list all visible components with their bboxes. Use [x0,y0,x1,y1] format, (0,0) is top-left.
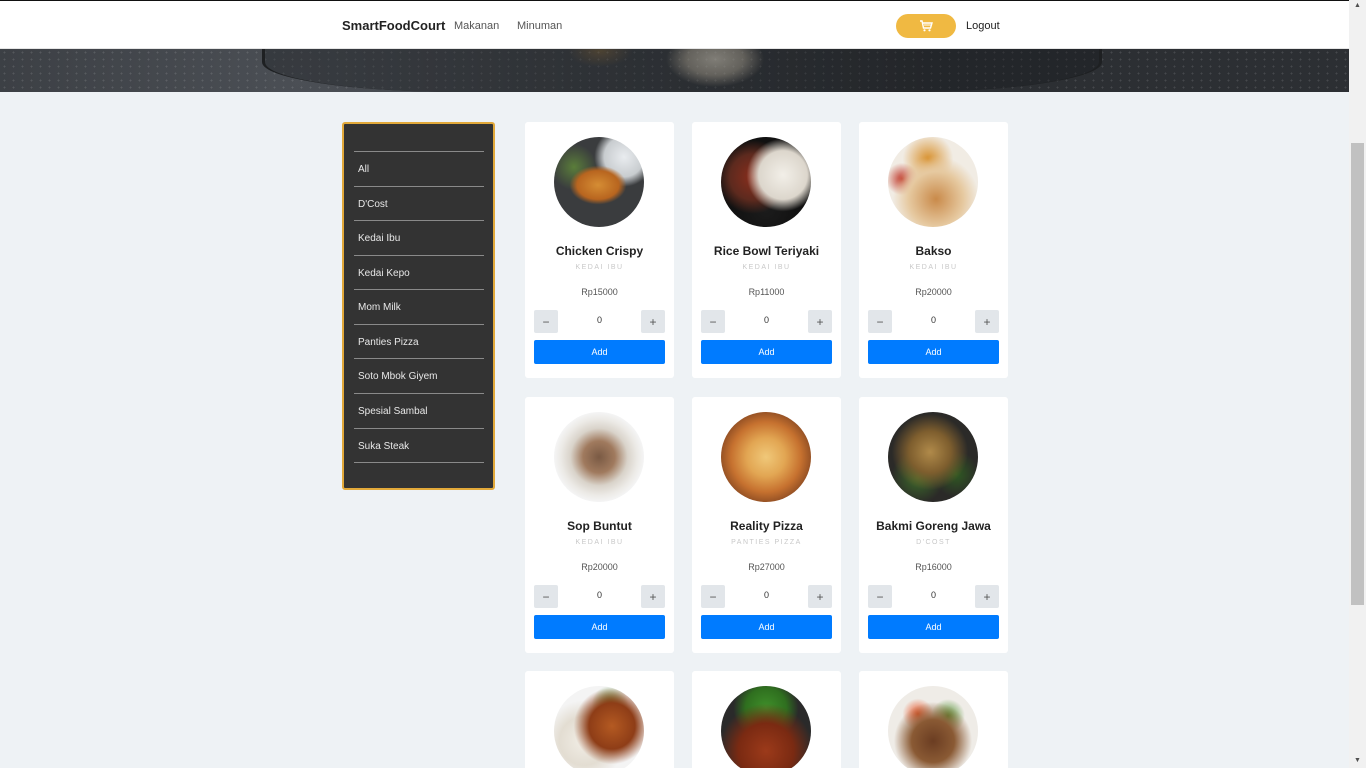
product-price: Rp27000 [748,562,785,572]
nav-link-makanan[interactable]: Makanan [454,20,499,32]
pizza-photo [721,412,811,502]
product-photo [721,686,811,768]
sidebar-item-kedai-kepo[interactable]: Kedai Kepo [354,255,484,290]
product-shop: KEDAI IBU [575,539,624,546]
product-card: Rice Bowl Teriyaki KEDAI IBU Rp11000 − 0… [692,122,841,378]
quantity-decrease-button[interactable]: − [701,310,725,333]
quantity-decrease-button[interactable]: − [868,310,892,333]
sidebar-item-panties-pizza[interactable]: Panties Pizza [354,324,484,359]
brand-logo-text[interactable]: SmartFoodCourt [342,18,445,33]
logout-link[interactable]: Logout [966,20,1000,32]
sidebar-item-kedai-ibu[interactable]: Kedai Ibu [354,220,484,255]
scroll-down-arrow-icon[interactable]: ▼ [1353,757,1362,764]
category-sidebar: All D'Cost Kedai Ibu Kedai Kepo Mom Milk… [342,122,495,490]
hero-banner-image [0,49,1349,92]
quantity-increase-button[interactable]: + [641,585,665,608]
quantity-decrease-button[interactable]: − [868,585,892,608]
quantity-decrease-button[interactable]: − [534,585,558,608]
product-photo [888,686,978,768]
quantity-value[interactable]: 0 [565,315,634,325]
product-name: Chicken Crispy [555,244,644,258]
quantity-increase-button[interactable]: + [975,310,999,333]
sidebar-item-all[interactable]: All [354,151,484,186]
top-navbar: SmartFoodCourt Makanan Minuman Logout [0,0,1349,49]
quantity-increase-button[interactable]: + [641,310,665,333]
product-card: Bakmi Goreng Jawa D'COST Rp16000 − 0 + A… [859,397,1008,653]
sidebar-item-dcost[interactable]: D'Cost [354,186,484,221]
product-card [692,671,841,768]
cart-button[interactable] [896,14,956,38]
product-card [525,671,674,768]
quantity-value[interactable]: 0 [732,590,801,600]
quantity-decrease-button[interactable]: − [701,585,725,608]
product-price: Rp20000 [581,562,618,572]
scroll-up-arrow-icon[interactable]: ▲ [1353,2,1362,9]
quantity-value[interactable]: 0 [899,590,968,600]
nav-link-minuman[interactable]: Minuman [517,20,562,32]
bakmi-photo [888,412,978,502]
product-price: Rp20000 [915,287,952,297]
product-name: Bakso [915,244,952,258]
product-shop: KEDAI IBU [575,264,624,271]
product-price: Rp11000 [748,287,785,297]
product-shop: PANTIES PIZZA [731,539,802,546]
add-to-cart-button[interactable]: Add [868,340,999,364]
product-card: Chicken Crispy KEDAI IBU Rp15000 − 0 + A… [525,122,674,378]
quantity-increase-button[interactable]: + [808,310,832,333]
sidebar-item-suka-steak[interactable]: Suka Steak [354,428,484,463]
bakso-photo [888,137,978,227]
product-card: Bakso KEDAI IBU Rp20000 − 0 + Add [859,122,1008,378]
scrollbar-thumb[interactable] [1351,143,1364,605]
add-to-cart-button[interactable]: Add [701,615,832,639]
quantity-value[interactable]: 0 [565,590,634,600]
cart-icon [920,20,933,32]
product-name: Reality Pizza [730,519,803,533]
product-name: Bakmi Goreng Jawa [876,519,991,533]
sop-buntut-photo [554,412,644,502]
product-photo [554,686,644,768]
product-shop: KEDAI IBU [742,264,791,271]
sidebar-item-mom-milk[interactable]: Mom Milk [354,289,484,324]
product-price: Rp16000 [915,562,952,572]
product-shop: D'COST [916,539,951,546]
product-name: Sop Buntut [567,519,632,533]
product-card: Reality Pizza PANTIES PIZZA Rp27000 − 0 … [692,397,841,653]
add-to-cart-button[interactable]: Add [701,340,832,364]
add-to-cart-button[interactable]: Add [534,340,665,364]
sidebar-divider [354,462,484,463]
quantity-increase-button[interactable]: + [975,585,999,608]
product-shop: KEDAI IBU [909,264,958,271]
sidebar-item-spesial-sambal[interactable]: Spesial Sambal [354,393,484,428]
rice-bowl-photo [721,137,811,227]
quantity-decrease-button[interactable]: − [534,310,558,333]
quantity-value[interactable]: 0 [732,315,801,325]
add-to-cart-button[interactable]: Add [534,615,665,639]
product-price: Rp15000 [581,287,618,297]
product-name: Rice Bowl Teriyaki [713,244,820,258]
product-card [859,671,1008,768]
quantity-value[interactable]: 0 [899,315,968,325]
quantity-increase-button[interactable]: + [808,585,832,608]
add-to-cart-button[interactable]: Add [868,615,999,639]
sidebar-item-soto-mbok-giyem[interactable]: Soto Mbok Giyem [354,358,484,393]
product-card: Sop Buntut KEDAI IBU Rp20000 − 0 + Add [525,397,674,653]
chicken-crispy-photo [554,137,644,227]
